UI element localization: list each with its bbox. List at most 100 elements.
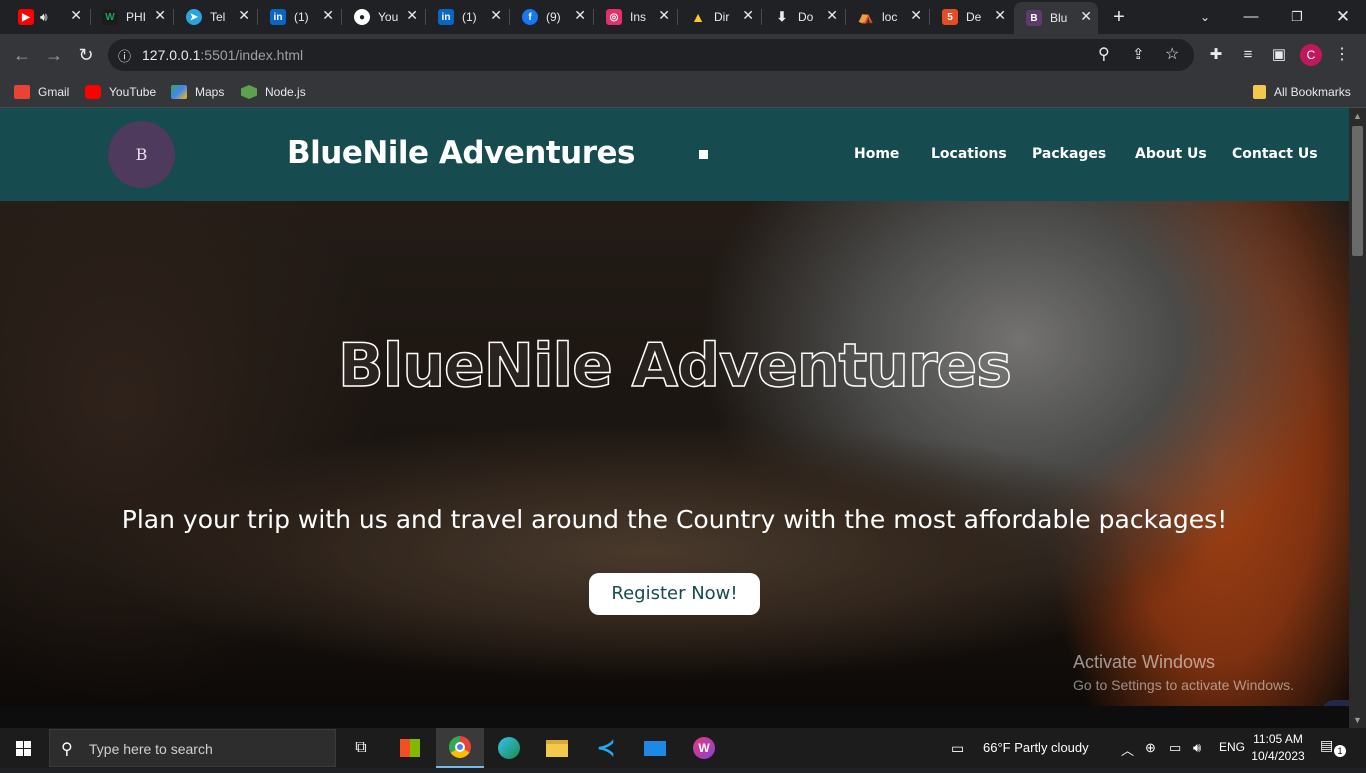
close-tab-icon[interactable]: ✕ xyxy=(1080,8,1092,25)
menu-kebab-icon[interactable]: ⋮ xyxy=(1331,44,1353,66)
tab-phi[interactable]: W PHI ✕ xyxy=(90,4,172,30)
side-panel-icon[interactable]: ▣ xyxy=(1268,44,1290,66)
wps-icon[interactable]: W xyxy=(680,728,728,768)
tab-title: You xyxy=(378,10,399,24)
nav-packages[interactable]: Packages xyxy=(1032,146,1106,162)
nav-locations[interactable]: Locations xyxy=(931,146,1007,162)
register-button[interactable]: Register Now! xyxy=(589,573,760,615)
tab-search-chevron-icon[interactable]: ⌄ xyxy=(1182,4,1228,30)
bookmark-youtube[interactable]: YouTube xyxy=(85,82,156,102)
close-tab-icon[interactable]: ✕ xyxy=(406,7,418,24)
bookmark-maps[interactable]: Maps xyxy=(171,82,224,102)
scroll-down-icon[interactable]: ▼ xyxy=(1349,712,1366,728)
back-icon[interactable]: ← xyxy=(10,43,34,67)
url-text[interactable]: 127.0.0.1:5501/index.html xyxy=(142,47,303,63)
extensions-icon[interactable]: ✚ xyxy=(1205,44,1227,66)
url-path: :5501/index.html xyxy=(200,47,304,63)
volume-icon[interactable]: 🔊︎ xyxy=(1193,740,1201,756)
tab-local[interactable]: ⛺ loc ✕ xyxy=(846,4,928,30)
tab-telegram[interactable]: ➤ Tel ✕ xyxy=(174,4,256,30)
url-host: 127.0.0.1 xyxy=(142,47,201,63)
new-tab-icon[interactable]: + xyxy=(1097,4,1141,30)
weather-text[interactable]: 66°F Partly cloudy xyxy=(983,740,1089,755)
tab-linkedin-2[interactable]: in (1) ✕ xyxy=(426,4,508,30)
close-tab-icon[interactable]: ✕ xyxy=(154,7,166,24)
tab-facebook[interactable]: f (9) ✕ xyxy=(510,4,592,30)
close-tab-icon[interactable]: ✕ xyxy=(322,7,334,24)
page-scrollbar[interactable]: ▲ ▼ xyxy=(1349,108,1366,728)
close-tab-icon[interactable]: ✕ xyxy=(994,7,1006,24)
site-info-icon[interactable]: ⓘ xyxy=(118,46,131,65)
tray-chevron-icon[interactable]: ︿ xyxy=(1121,740,1134,759)
tab-instagram[interactable]: ◎ Ins ✕ xyxy=(594,4,676,30)
reload-icon[interactable]: ↻ xyxy=(74,43,98,67)
close-tab-icon[interactable]: ✕ xyxy=(238,7,250,24)
zoom-icon[interactable]: ⚲ xyxy=(1098,44,1110,64)
site-navbar: B BlueNile Adventures Home Locations Pac… xyxy=(0,108,1349,201)
notifications-icon[interactable]: ▤ 1 xyxy=(1320,737,1348,759)
edge-icon[interactable] xyxy=(485,728,533,768)
site-brand[interactable]: BlueNile Adventures xyxy=(287,135,636,171)
tab-linkedin-1[interactable]: in (1) ✕ xyxy=(258,4,340,30)
store-icon[interactable] xyxy=(386,728,434,768)
vscode-icon[interactable]: ≺ xyxy=(582,728,630,768)
html-icon: 5 xyxy=(942,9,958,25)
close-tab-icon[interactable]: ✕ xyxy=(70,7,82,24)
bookmark-nodejs[interactable]: Node.js xyxy=(241,82,306,102)
menu-toggle-icon[interactable] xyxy=(699,150,708,159)
nav-about-us[interactable]: About Us xyxy=(1135,146,1207,162)
task-view-icon[interactable]: ⧉ xyxy=(337,728,385,768)
scroll-up-icon[interactable]: ▲ xyxy=(1349,108,1366,124)
chrome-taskbar-icon[interactable] xyxy=(436,728,484,768)
close-tab-icon[interactable]: ✕ xyxy=(826,7,838,24)
language-indicator[interactable]: ENG xyxy=(1219,740,1245,754)
close-tab-icon[interactable]: ✕ xyxy=(574,7,586,24)
audio-icon[interactable]: 🔊︎ xyxy=(40,10,68,25)
close-tab-icon[interactable]: ✕ xyxy=(658,7,670,24)
restore-icon[interactable]: ❐ xyxy=(1274,4,1320,30)
mail-icon[interactable] xyxy=(631,728,679,768)
nav-home[interactable]: Home xyxy=(854,146,899,162)
bookmarks-bar: Gmail YouTube Maps Node.js All Bookmarks xyxy=(0,76,1366,108)
network-icon[interactable]: ⊕ xyxy=(1145,740,1156,756)
bookmark-star-icon[interactable]: ☆ xyxy=(1165,44,1179,64)
nav-contact-us[interactable]: Contact Us xyxy=(1232,146,1318,162)
tab-html[interactable]: 5 De ✕ xyxy=(930,4,1012,30)
minimize-icon[interactable]: — xyxy=(1228,4,1274,30)
logo-letter: B xyxy=(135,145,148,164)
tab-title: loc xyxy=(882,10,898,24)
tab-title: Ins xyxy=(630,10,647,24)
hero-subtitle: Plan your trip with us and travel around… xyxy=(121,505,1228,534)
tab-youtube[interactable]: ▶ 🔊︎ ✕ xyxy=(6,4,88,30)
bookmark-label: YouTube xyxy=(109,85,157,99)
tab-firebase[interactable]: ▲ Dir ✕ xyxy=(678,4,760,30)
close-window-icon[interactable]: ✕ xyxy=(1320,4,1366,30)
tab-downloads[interactable]: ⬇ Do ✕ xyxy=(762,4,844,30)
linkedin-icon: in xyxy=(438,9,454,25)
file-explorer-icon[interactable] xyxy=(533,728,581,768)
all-bookmarks[interactable]: All Bookmarks xyxy=(1253,82,1351,102)
site-logo[interactable]: B xyxy=(108,121,175,188)
weather-icon[interactable]: ▭ xyxy=(951,740,964,757)
taskbar-search[interactable]: ⚲ Type here to search xyxy=(49,729,336,767)
share-icon[interactable]: ⇪ xyxy=(1132,45,1145,63)
close-tab-icon[interactable]: ✕ xyxy=(490,7,502,24)
start-button[interactable] xyxy=(0,728,48,768)
close-tab-icon[interactable]: ✕ xyxy=(910,7,922,24)
scroll-thumb[interactable] xyxy=(1352,126,1363,256)
profile-avatar[interactable]: C xyxy=(1300,44,1322,66)
bookmark-gmail[interactable]: Gmail xyxy=(14,82,69,102)
forward-icon[interactable]: → xyxy=(42,43,66,67)
telegram-icon: ➤ xyxy=(186,9,202,25)
maps-icon xyxy=(171,85,187,99)
tab-bluenile-active[interactable]: B Blu ✕ xyxy=(1014,2,1098,34)
tab-title: (1) xyxy=(294,10,309,24)
battery-icon[interactable]: ▭ xyxy=(1169,740,1181,756)
tab-github[interactable]: ● You ✕ xyxy=(342,4,424,30)
web-page: B BlueNile Adventures Home Locations Pac… xyxy=(0,108,1349,706)
media-controls-icon[interactable]: ≡ xyxy=(1237,44,1259,66)
taskbar-clock[interactable]: 11:05 AM 10/4/2023 xyxy=(1248,731,1308,765)
close-tab-icon[interactable]: ✕ xyxy=(742,7,754,24)
address-bar[interactable]: ⓘ 127.0.0.1:5501/index.html ⚲ ⇪ ☆ xyxy=(108,39,1194,71)
notification-count: 1 xyxy=(1334,745,1346,757)
